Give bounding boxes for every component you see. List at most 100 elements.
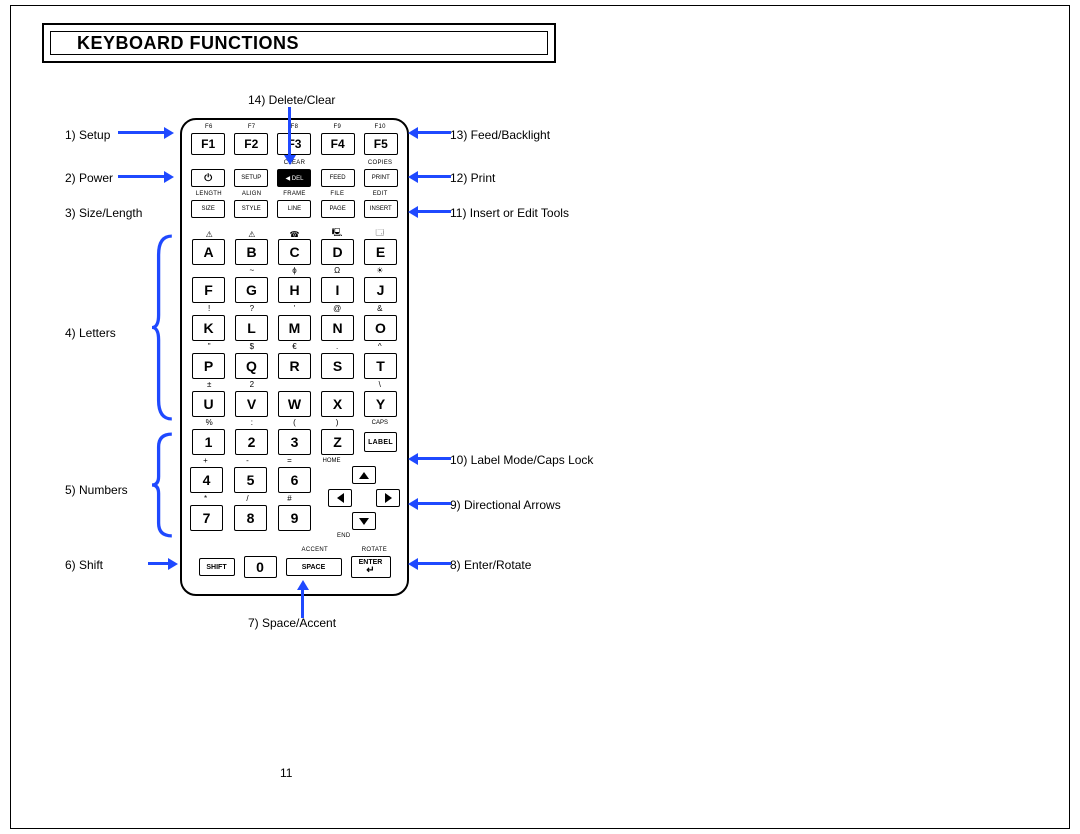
feed-key[interactable]: FEED <box>321 169 355 187</box>
sym: / <box>232 494 263 503</box>
style-key[interactable]: STYLE <box>234 200 268 218</box>
letter-key[interactable]: A <box>192 239 225 265</box>
zero-key[interactable]: 0 <box>244 556 277 578</box>
fn-key[interactable]: F1 <box>191 133 225 155</box>
callout-1: 1) Setup <box>65 128 110 142</box>
sym: ± <box>194 380 225 389</box>
num-key[interactable]: 7 <box>190 505 223 531</box>
letter-key[interactable]: G <box>235 277 268 303</box>
letter-key[interactable]: B <box>235 239 268 265</box>
letter-key[interactable]: U <box>192 391 225 417</box>
letter-key[interactable]: M <box>278 315 311 341</box>
arrow-down-key[interactable] <box>352 512 376 530</box>
callout-11: 11) Insert or Edit Tools <box>450 206 569 220</box>
section-heading-inner: KEYBOARD FUNCTIONS <box>50 31 548 55</box>
triangle-up-icon <box>359 472 369 479</box>
setup-key[interactable]: SETUP <box>234 169 268 187</box>
letter-key[interactable]: Z <box>321 429 354 455</box>
num-key[interactable]: 3 <box>278 429 311 455</box>
sym-row: % : ( ) CAPS <box>182 418 407 427</box>
bottom-upper-row: ACCENT ROTATE <box>182 547 407 553</box>
letter-key[interactable]: X <box>321 391 354 417</box>
sym: * <box>190 494 221 503</box>
letter-key[interactable]: F <box>192 277 225 303</box>
letter-key[interactable]: Q <box>235 353 268 379</box>
sym-row: ~ ɸ Ω ☀ <box>182 266 407 275</box>
num-key[interactable]: 5 <box>234 467 267 493</box>
sym-row: ! ? ' @ & <box>182 304 407 313</box>
sym: € <box>279 342 310 351</box>
num-key[interactable]: 8 <box>234 505 267 531</box>
sym: ' <box>279 304 310 313</box>
letter-key[interactable]: P <box>192 353 225 379</box>
enter-key[interactable]: ENTER ↵ <box>351 556 391 578</box>
shift-key[interactable]: SHIFT <box>199 558 235 576</box>
section-heading: KEYBOARD FUNCTIONS <box>77 32 299 54</box>
label-key[interactable]: LABEL <box>364 432 397 452</box>
sym: \ <box>364 380 395 389</box>
fn-key[interactable]: F3 <box>277 133 311 155</box>
sym: - <box>232 456 263 465</box>
letter-key[interactable]: H <box>278 277 311 303</box>
delete-key[interactable]: ◀ DEL <box>277 169 311 187</box>
arrow-right-key[interactable] <box>376 489 400 507</box>
letter-key[interactable]: L <box>235 315 268 341</box>
letter-key[interactable]: K <box>192 315 225 341</box>
letter-key[interactable]: D <box>321 239 354 265</box>
letter-key[interactable]: W <box>278 391 311 417</box>
page-key[interactable]: PAGE <box>321 200 355 218</box>
print-key[interactable]: PRINT <box>364 169 398 187</box>
callout-3: 3) Size/Length <box>65 206 142 220</box>
num-key[interactable]: 9 <box>278 505 311 531</box>
sym: ☀ <box>364 266 395 275</box>
sym: ⚠ <box>194 230 225 239</box>
callout-5: 5) Numbers <box>65 483 128 497</box>
arrow-left-key[interactable] <box>328 489 352 507</box>
num-key[interactable]: 2 <box>235 429 268 455</box>
num-key[interactable]: 6 <box>278 467 311 493</box>
ctl-upper-label: COPIES <box>364 160 396 166</box>
sym: % <box>194 418 225 427</box>
sym: = <box>274 456 305 465</box>
letter-key[interactable]: C <box>278 239 311 265</box>
sym-row: " $ € . ^ <box>182 342 407 351</box>
letter-key[interactable]: O <box>364 315 397 341</box>
size-key[interactable]: SIZE <box>191 200 225 218</box>
arrow-up-key[interactable] <box>352 466 376 484</box>
letter-key[interactable]: V <box>235 391 268 417</box>
letter-key[interactable]: S <box>321 353 354 379</box>
insert-key[interactable]: INSERT <box>364 200 398 218</box>
letter-key[interactable]: E <box>364 239 397 265</box>
letter-key[interactable]: R <box>278 353 311 379</box>
sym: Ω <box>322 266 353 275</box>
space-key[interactable]: SPACE <box>286 558 342 576</box>
power-key[interactable]: ⏻ <box>191 169 225 187</box>
letter-key[interactable]: I <box>321 277 354 303</box>
enter-arrow-icon: ↵ <box>366 566 374 576</box>
ctl-upper-label: ALIGN <box>236 191 268 197</box>
letter-key[interactable]: N <box>321 315 354 341</box>
line-key[interactable]: LINE <box>277 200 311 218</box>
fn-key[interactable]: F4 <box>321 133 355 155</box>
num-key[interactable]: 1 <box>192 429 225 455</box>
ctl-upper-label: FRAME <box>278 191 310 197</box>
letter-key[interactable]: Y <box>364 391 397 417</box>
ctl-upper-label: EDIT <box>364 191 396 197</box>
sym: ☎ <box>279 230 310 239</box>
num-row: 1 2 3 Z LABEL <box>182 429 407 455</box>
fn-upper-label: F9 <box>321 124 353 130</box>
keyboard-outline: F6 F7 F8 F9 F10 F1 F2 F3 F4 F5 CLEAR COP… <box>180 118 409 596</box>
num-key[interactable]: 4 <box>190 467 223 493</box>
fn-key[interactable]: F2 <box>234 133 268 155</box>
letter-key[interactable]: T <box>364 353 397 379</box>
letter-row: A B C D E <box>182 239 407 265</box>
sym: " <box>194 342 225 351</box>
callout-8: 8) Enter/Rotate <box>450 558 531 572</box>
letter-key[interactable]: J <box>364 277 397 303</box>
triangle-left-icon <box>337 493 344 503</box>
fn-key[interactable]: F5 <box>364 133 398 155</box>
sym: # <box>274 494 305 503</box>
bottom-upper: ROTATE <box>355 547 393 553</box>
sym-row: ± 2 \ <box>182 380 407 389</box>
brace-letters <box>152 234 174 421</box>
